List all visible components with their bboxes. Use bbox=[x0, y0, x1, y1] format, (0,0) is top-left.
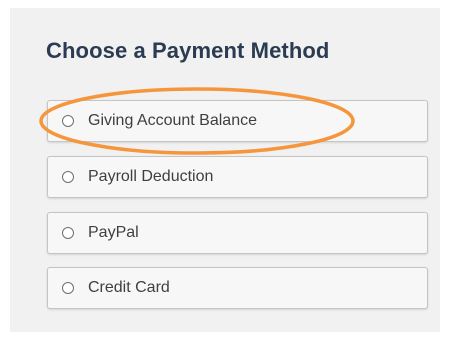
option-payroll-deduction[interactable]: Payroll Deduction bbox=[47, 156, 428, 198]
radio-button[interactable] bbox=[62, 227, 74, 239]
option-label: Credit Card bbox=[88, 279, 170, 296]
option-label: PayPal bbox=[88, 224, 139, 241]
radio-button[interactable] bbox=[62, 171, 74, 183]
option-credit-card[interactable]: Credit Card bbox=[47, 267, 428, 309]
radio-button[interactable] bbox=[62, 115, 74, 127]
option-giving-account-balance[interactable]: Giving Account Balance bbox=[47, 100, 428, 142]
radio-button[interactable] bbox=[62, 282, 74, 294]
option-label: Payroll Deduction bbox=[88, 168, 214, 185]
option-label: Giving Account Balance bbox=[88, 112, 257, 129]
option-paypal[interactable]: PayPal bbox=[47, 212, 428, 254]
payment-method-panel: Choose a Payment Method Giving Account B… bbox=[10, 8, 440, 332]
page-title: Choose a Payment Method bbox=[46, 38, 330, 63]
